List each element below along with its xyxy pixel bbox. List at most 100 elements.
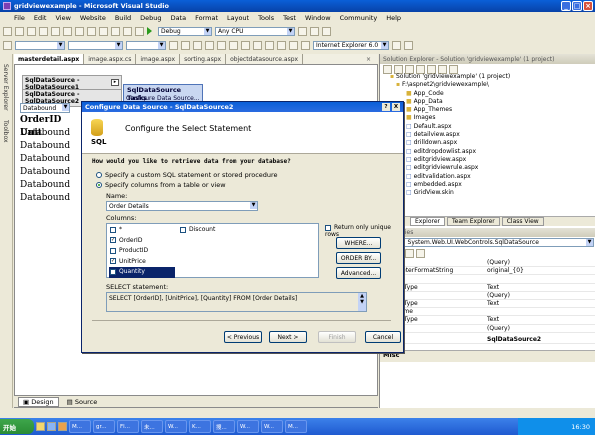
property-row[interactable]: ParameterFormatString original_{0} [380,267,595,276]
menu-item-build[interactable]: Build [115,14,131,22]
save-all-icon[interactable] [51,26,60,36]
tree-item[interactable]: □ drilldown.aspx [390,139,595,147]
panel-tab[interactable]: Explorer [410,217,445,226]
minimize-button[interactable]: _ [561,1,571,11]
menu-item-window[interactable]: Window [305,14,331,22]
tree-item[interactable]: ■ App_Themes [390,106,595,114]
menu-item-help[interactable]: Help [386,14,401,22]
menu-item-view[interactable]: View [55,14,70,22]
tree-item[interactable]: □ editgridview.aspx [390,156,595,164]
table-name-select[interactable]: Order Details ▼ [106,201,258,211]
previous-button[interactable]: < Previous [224,331,262,343]
taskbar-item[interactable]: gr... [93,420,115,433]
document-tab[interactable]: masterdetail.aspx [14,54,85,64]
copy-icon[interactable] [75,26,84,36]
align-left-icon[interactable] [229,40,238,50]
properties-object-select[interactable]: ource2 System.Web.UI.WebControls.SqlData… [382,238,594,247]
next-button[interactable]: Next > [269,331,307,343]
design-tab[interactable]: ▣ Design [18,396,59,407]
outdent-icon[interactable] [301,40,310,50]
tree-item[interactable]: ■ App_Code [390,90,595,98]
document-tab[interactable]: sorting.aspx [180,54,227,64]
cut-icon[interactable] [63,26,72,36]
property-row[interactable]: ry(Query) [380,259,595,268]
new-project-icon[interactable] [3,26,12,36]
where-button[interactable]: WHERE... [336,237,381,249]
tree-item[interactable]: □ editvalidation.aspx [390,173,595,181]
redo-icon[interactable] [111,26,120,36]
taskbar-item[interactable]: K... [189,420,211,433]
smart-tag-icon[interactable]: ▸ [111,79,119,86]
tree-item[interactable]: □ GridView.skin [390,189,595,197]
add-item-icon[interactable] [15,26,24,36]
undo-icon[interactable] [99,26,108,36]
start-button[interactable]: 开始 [0,419,34,434]
source-tab[interactable]: ▤ Source [63,398,102,406]
check-accessibility-icon[interactable] [392,40,401,50]
menu-item-edit[interactable]: Edit [34,14,47,22]
tree-item[interactable]: □ editdropdowlist.aspx [390,148,595,156]
solution-config-select[interactable]: Debug ▼ [158,26,212,36]
taskbar-item[interactable]: M... [285,420,307,433]
property-row[interactable]: nmandTypeText [380,284,595,292]
menu-item-format[interactable]: Format [195,14,218,22]
tree-item[interactable]: □ detailview.aspx [390,131,595,139]
document-tab[interactable]: image.aspx [136,54,181,64]
menu-item-tools[interactable]: Tools [258,14,274,22]
menu-item-test[interactable]: Test [283,14,296,22]
tree-item[interactable]: ▪ Solution 'gridviewexample' (1 project) [390,73,595,81]
quicklaunch-media-icon[interactable] [58,422,67,431]
tree-item[interactable]: ▪ F:\aspnet2\gridviewexample\ [390,81,595,89]
property-row[interactable]: nmandTypeText [380,300,595,309]
tree-item[interactable]: ■ Images [390,114,595,122]
properties-icon[interactable] [322,26,331,36]
taskbar-item[interactable]: W... [261,420,283,433]
maximize-button[interactable]: □ [572,1,582,11]
column-item[interactable]: * [109,225,179,236]
taskbar-item[interactable]: W... [165,420,187,433]
font-name-select[interactable]: ▼ [68,40,123,50]
menu-item-community[interactable]: Community [340,14,378,22]
taskbar-item[interactable]: 搜... [213,420,235,433]
unique-rows-checkbox[interactable]: Return only unique rows [325,224,403,238]
menu-item-website[interactable]: Website [80,14,106,22]
block-format-select[interactable]: ▼ [15,40,65,50]
taskbar-item[interactable]: Fl... [117,420,139,433]
column-item[interactable]: ✓ Quantity [109,267,175,278]
font-size-select[interactable]: ▼ [126,40,166,50]
column-item[interactable]: ProductID [109,246,179,257]
bold-icon[interactable] [169,40,178,50]
select-statement-box[interactable]: SELECT [OrderID], [UnitPrice], [Quantity… [106,292,367,312]
property-row[interactable]: ry(Query) [380,292,595,300]
dialog-close-button[interactable]: X [392,103,400,111]
open-icon[interactable] [27,26,36,36]
highlight-icon[interactable] [217,40,226,50]
menu-item-layout[interactable]: Layout [227,14,249,22]
finish-button[interactable]: Finish [318,331,356,343]
menu-item-debug[interactable]: Debug [140,14,161,22]
grid-icon[interactable] [404,40,413,50]
navigate-back-icon[interactable] [123,26,132,36]
property-row[interactable]: eterName [380,308,595,317]
tree-item[interactable]: □ editgridviewrule.aspx [390,164,595,172]
quicklaunch-folder-icon[interactable] [36,422,45,431]
select-statement-scrollbar[interactable]: ▲ ▼ [358,293,366,311]
close-document-icon[interactable]: × [366,56,371,63]
taskbar-item[interactable]: W... [237,420,259,433]
property-row[interactable]: ery(Query) [380,325,595,333]
align-center-icon[interactable] [241,40,250,50]
menu-item-file[interactable]: File [14,14,25,22]
font-color-icon[interactable] [205,40,214,50]
start-debug-icon[interactable] [147,27,155,35]
panel-tab[interactable]: Team Explorer [446,217,500,226]
help-button[interactable]: ? [382,103,390,111]
target-browser-select[interactable]: Internet Explorer 6.0 ▼ [313,40,389,50]
server-explorer-tab[interactable]: Server Explorer [2,64,9,111]
cancel-button[interactable]: Cancel [365,331,401,343]
document-tab[interactable]: objectdatasource.aspx [226,54,304,64]
order-by-button[interactable]: ORDER BY... [336,252,381,264]
platform-select[interactable]: Any CPU ▼ [215,26,295,36]
databound-dropdown[interactable]: Databound ▼ [20,103,70,113]
property-row-id[interactable]: (ID)SqlDataSource2 [380,336,595,344]
numbering-icon[interactable] [277,40,286,50]
